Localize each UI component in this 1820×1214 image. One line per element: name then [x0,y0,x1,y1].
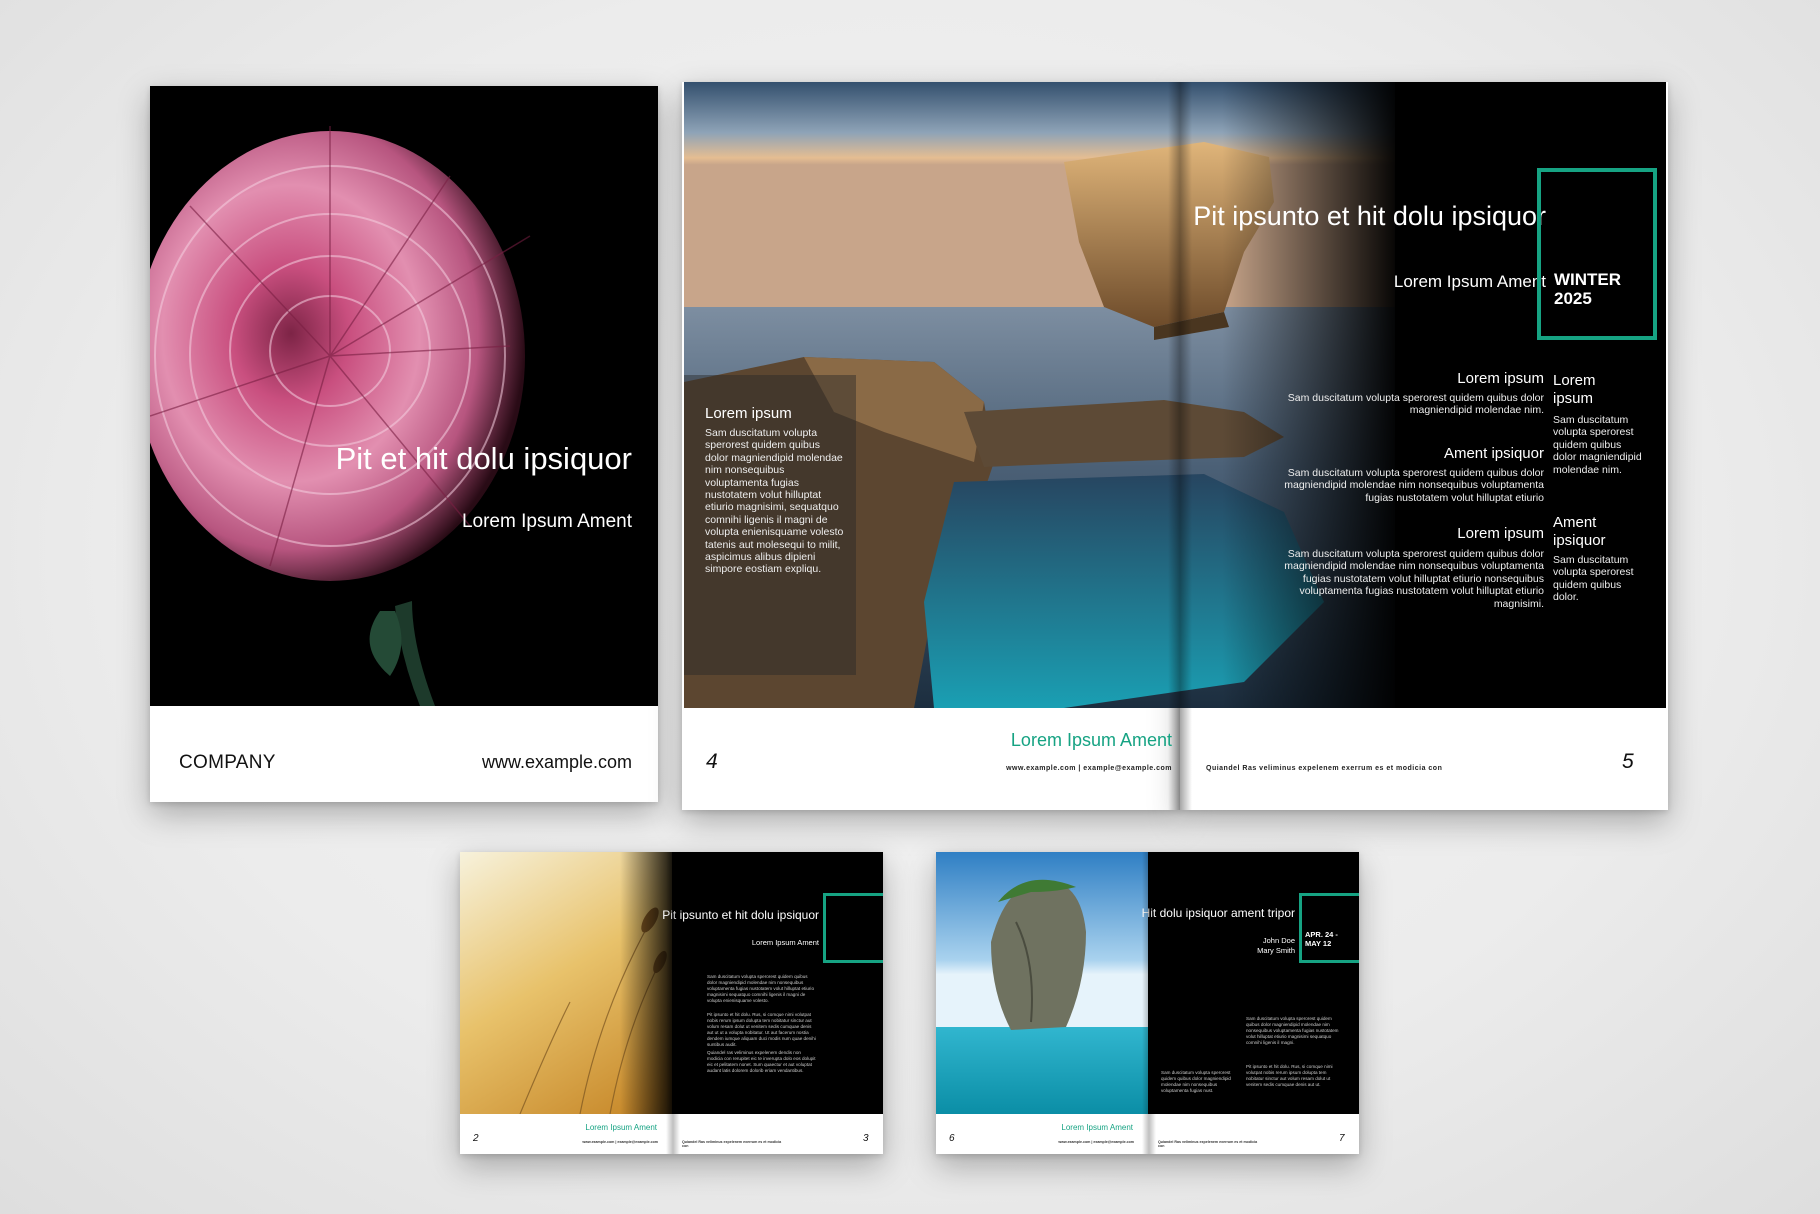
footer-ament: Lorem Ipsum Ament [1010,730,1172,750]
winter-badge-frame [1537,168,1657,340]
sidebar-heading: Lorem ipsum [705,405,792,422]
cover-url: www.example.com [481,752,632,772]
small-spread-meadow: Pit ipsunto et hit dolu ipsiquor Lorem I… [460,852,883,1154]
meadow-footer-ament: Lorem Ipsum Ament [585,1123,657,1132]
right-col-heading-2: Ament ipsiquor [1553,514,1606,549]
island-badge-frame [1299,893,1359,963]
island-page-right: 7 [1339,1133,1345,1144]
footer-url: www.example.com | example@example.com [1006,765,1172,772]
column-heading-1: Lorem ipsum [1457,370,1544,387]
island-footer-ament: Lorem Ipsum Ament [1061,1123,1133,1132]
right-col-body-1: Sam duscitatum volupta sperorest quidem … [1553,414,1642,476]
meadow-footer-url: www.example.com | example@example.com [582,1140,658,1144]
right-col-body-2: Sam duscitatum volupta sperorest quidem … [1553,554,1634,604]
meadow-page-right: 3 [863,1133,869,1144]
spread-title: Pit ipsunto et hit dolu ipsiquor [1193,201,1546,231]
right-col-heading-1: Lorem ipsum [1553,372,1596,407]
sidebar-body: Sam duscitatum volupta sperorest quidem … [705,427,844,576]
island-body-1: Sam duscitatum volupta sperorest quidem … [1246,1016,1339,1045]
spread-subtitle: Lorem Ipsum Ament [1393,272,1546,291]
column-body-1: Sam duscitatum volupta sperorest quidem … [1287,392,1544,417]
island-page-left: 6 [949,1133,955,1144]
meadow-footer-tagline: Quiandel Ras veliminus expelenem exerrum… [682,1140,782,1148]
island-body-left: Sam duscitatum volupta sperorest quidem … [1161,1070,1231,1093]
island-footer-tagline: Quiandel Ras veliminus expelenem exerrum… [1158,1140,1258,1148]
column-body-2: Sam duscitatum volupta sperorest quidem … [1284,467,1544,504]
meadow-gutter [666,852,680,1154]
cover-artwork [150,86,658,706]
column-heading-2: Ament ipsiquor [1443,445,1544,462]
island-footer-url: www.example.com | example@example.com [1058,1140,1134,1144]
meadow-page-left: 2 [473,1133,479,1144]
column-heading-3: Lorem ipsum [1457,525,1544,542]
island-body-2: Pit ipsunto et hit dolu. Rus, si comque … [1246,1064,1333,1087]
page-number-right: 5 [1622,750,1634,773]
meadow-body-3: Quiandel ras veliminus expelenem dendis … [707,1050,816,1073]
winter-badge: WINTER 2025 [1554,270,1622,308]
column-body-3: Sam duscitatum volupta sperorest quidem … [1284,548,1544,610]
rock-island-image [936,852,1148,1114]
cover-subtitle: Lorem Ipsum Ament [461,511,632,532]
meadow-body-1: Sam duscitatum volupta sperorest quidem … [707,974,814,1003]
dahlia-flower-image [150,86,658,706]
cover-title: Pit et hit dolu ipsiquor [335,441,632,476]
meadow-body-2: Pit ipsunto et hit dolu. Rus, si comque … [707,1012,816,1047]
island-date-badge: APR. 24 - MAY 12 [1305,930,1338,948]
magazine-spread: Lorem ipsum Sam duscitatum volupta spero… [682,82,1670,814]
footer-tagline: Quiandel Ras veliminus expelenem exerrum… [1206,765,1443,772]
meadow-badge-frame [823,893,883,963]
island-gutter [1142,852,1156,1154]
small-spread-island: Hit dolu ipsiquor ament tripor John Doe … [936,852,1359,1154]
company-name: COMPANY [179,752,276,773]
page-number-left: 4 [706,750,718,773]
magazine-cover: Pit et hit dolu ipsiquor Lorem Ipsum Ame… [150,86,658,802]
